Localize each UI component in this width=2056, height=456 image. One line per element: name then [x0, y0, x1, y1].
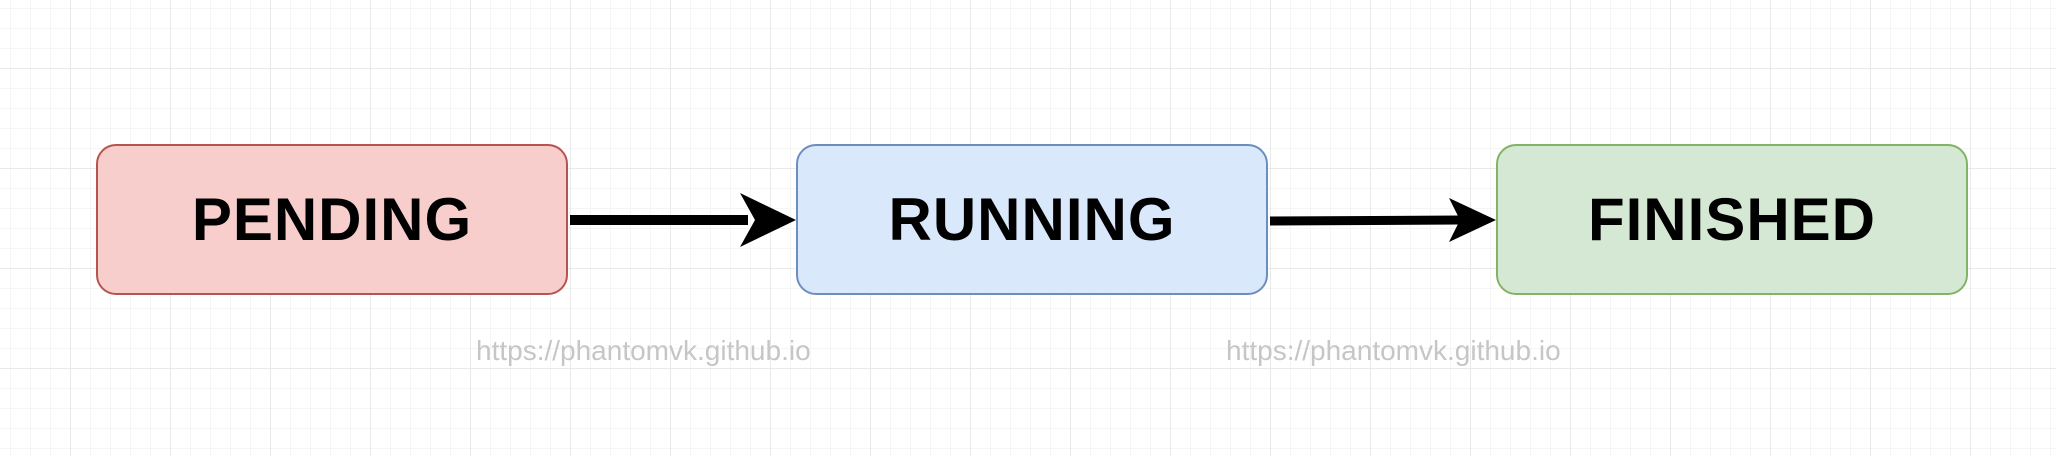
transition-arrows [570, 193, 1496, 247]
arrow-pending-to-running[interactable] [570, 193, 796, 247]
watermark-text: https://phantomvk.github.io [1226, 335, 1561, 366]
watermark-text: https://phantomvk.github.io [476, 335, 811, 366]
arrow-running-to-finished-line [1269, 215, 1461, 226]
diagram-canvas: PENDING RUNNING FINISHED https://phantom… [0, 0, 2056, 456]
arrow-running-to-finished[interactable] [1269, 198, 1496, 242]
arrow-pending-to-running-head [740, 193, 796, 247]
